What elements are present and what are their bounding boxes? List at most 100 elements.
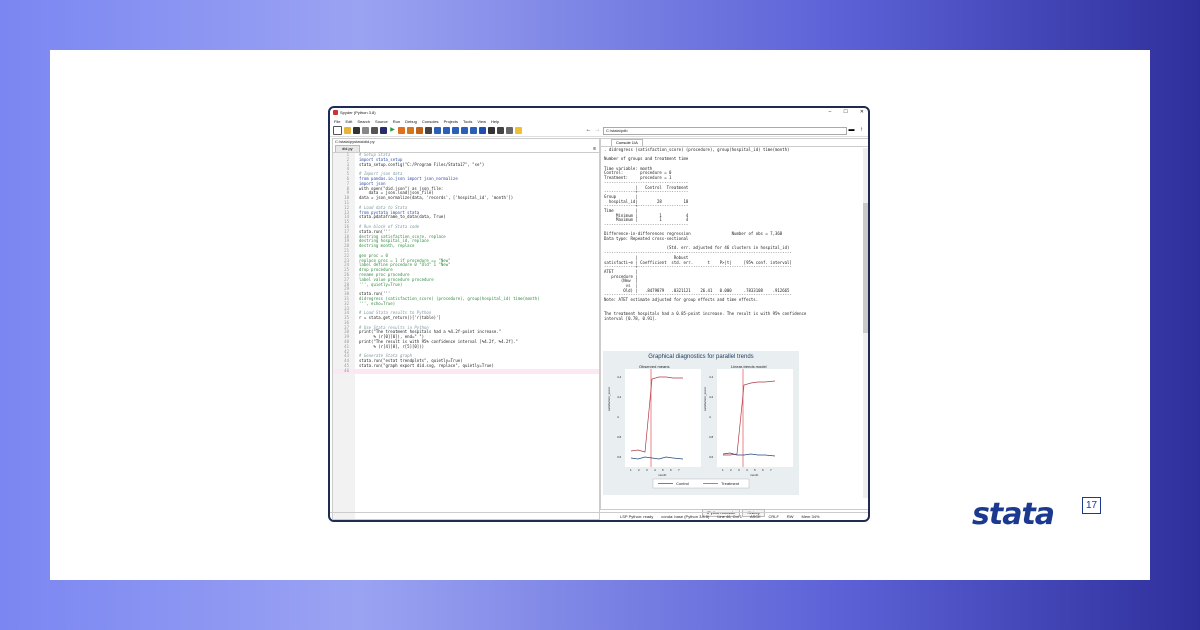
menu-run[interactable]: Run <box>393 119 400 124</box>
browse-folder-icon[interactable]: ▬ <box>848 127 855 134</box>
spyder-window: Spyder (Python 3.8) – ☐ ✕ File Edit Sear… <box>328 106 870 522</box>
tab-did-py[interactable]: did.py <box>335 145 360 152</box>
panel2-ylabel: satisfaction_score <box>703 386 707 411</box>
step-into-icon[interactable] <box>452 127 459 134</box>
menu-search[interactable]: Search <box>357 119 370 124</box>
console-scrollbar[interactable] <box>863 148 868 498</box>
x-tick-label: 6 <box>762 468 764 472</box>
window-title: Spyder (Python 3.8) <box>340 110 376 115</box>
menu-edit[interactable]: Edit <box>345 119 352 124</box>
y-tick-label: 4 <box>709 415 711 419</box>
stata-logo: stata <box>972 497 1055 532</box>
editor-options-icon[interactable]: ≡ <box>593 146 596 152</box>
x-tick-label: 5 <box>754 468 756 472</box>
tab-console-1[interactable]: Console 1/A <box>611 139 643 146</box>
forward-arrow-icon[interactable]: → <box>594 127 601 134</box>
run-cell-icon[interactable] <box>398 127 405 134</box>
panel2-xlabel: month <box>750 473 759 477</box>
x-tick-label: 7 <box>678 468 680 472</box>
x-tick-label: 2 <box>638 468 640 472</box>
python-path-icon[interactable] <box>515 127 522 134</box>
legend-control-label: Control <box>676 481 689 486</box>
back-arrow-icon[interactable]: ← <box>585 127 592 134</box>
panel1-plot-area <box>625 369 701 467</box>
at-icon[interactable] <box>380 127 387 134</box>
x-tick-label: 2 <box>730 468 732 472</box>
console-output: . didregress (satisfaction_score) (proce… <box>604 147 861 321</box>
new-file-icon[interactable] <box>333 126 342 135</box>
run-icon[interactable]: ▶ <box>389 127 396 134</box>
y-tick-label: 4.2 <box>617 395 622 399</box>
menu-help[interactable]: Help <box>491 119 499 124</box>
run-selection-icon[interactable] <box>416 127 423 134</box>
console-line: interval [0.78, 0.91]. <box>604 315 657 321</box>
editor-pane: C:\stata\pystata\did.py did.py ≡ 1 # Setu… <box>332 138 600 520</box>
status-permissions: RW <box>786 514 794 519</box>
status-memory: Mem 34% <box>801 514 820 519</box>
maximize-pane-icon[interactable] <box>488 127 495 134</box>
console-pane: Console 1/A . didregress (satisfaction_s… <box>600 138 868 510</box>
x-tick-label: 5 <box>662 468 664 472</box>
maximize-icon[interactable]: ☐ <box>843 109 847 115</box>
print-icon[interactable] <box>371 127 378 134</box>
y-tick-label: 4.4 <box>709 375 714 379</box>
status-encoding: ASCII <box>750 514 761 519</box>
x-tick-label: 4 <box>746 468 748 472</box>
status-position: Line 46, Col 1 <box>717 514 742 519</box>
continue-icon[interactable] <box>470 127 477 134</box>
step-return-icon[interactable] <box>461 127 468 134</box>
save-all-icon[interactable] <box>362 127 369 134</box>
x-tick-label: 3 <box>646 468 648 472</box>
stata-wordmark: stata <box>972 497 1055 532</box>
rerun-icon[interactable] <box>425 127 432 134</box>
menu-projects[interactable]: Projects <box>444 119 458 124</box>
menu-bar: File Edit Search Source Run Debug Consol… <box>330 117 868 125</box>
menu-tools[interactable]: Tools <box>463 119 472 124</box>
step-icon[interactable] <box>443 127 450 134</box>
run-cell-advance-icon[interactable] <box>407 127 414 134</box>
working-directory-input[interactable]: C:\stata\pdb <box>603 127 847 135</box>
status-bar: LSP Python: ready conda: base (Python 3.… <box>330 512 868 520</box>
scrollbar-thumb[interactable] <box>863 203 868 333</box>
title-bar: Spyder (Python 3.8) – ☐ ✕ <box>330 108 868 117</box>
stop-icon[interactable] <box>479 127 486 134</box>
menu-source[interactable]: Source <box>375 119 388 124</box>
status-conda: conda: base (Python 3.8.5) <box>661 514 710 519</box>
open-folder-icon[interactable] <box>344 127 351 134</box>
spyder-icon <box>333 110 338 115</box>
x-tick-label: 4 <box>654 468 656 472</box>
y-tick-label: 3.8 <box>709 435 714 439</box>
y-tick-label: 4 <box>617 415 619 419</box>
debug-icon[interactable] <box>434 127 441 134</box>
status-lsp: LSP Python: ready <box>620 514 654 519</box>
menu-file[interactable]: File <box>334 119 340 124</box>
x-tick-label: 1 <box>630 468 632 472</box>
code-area[interactable]: 1 # Setup Stata 2 import stata_setup 3 stata_… <box>333 152 599 519</box>
panel1-ylabel: satisfaction_score <box>607 386 611 411</box>
menu-debug[interactable]: Debug <box>405 119 417 124</box>
y-tick-label: 3.6 <box>617 455 622 459</box>
minimize-icon[interactable]: – <box>829 109 832 115</box>
wrench-icon[interactable] <box>506 127 513 134</box>
save-icon[interactable] <box>353 127 360 134</box>
code-line[interactable]: 46 <box>333 368 599 374</box>
trend-plot-graph: Graphical diagnostics for parallel trend… <box>603 351 799 495</box>
menu-consoles[interactable]: Consoles <box>422 119 439 124</box>
panel2-plot-area <box>717 369 793 467</box>
trend-plot-svg <box>625 369 793 489</box>
toolbar: ▶ ← → C:\stata\pdb ▬ ↑ <box>330 125 868 137</box>
parent-dir-icon[interactable]: ↑ <box>858 127 865 134</box>
x-tick-label: 7 <box>770 468 772 472</box>
x-tick-label: 6 <box>670 468 672 472</box>
menu-view[interactable]: View <box>477 119 486 124</box>
x-tick-label: 3 <box>738 468 740 472</box>
console-tab-bar: Console 1/A <box>601 139 868 147</box>
y-tick-label: 4.4 <box>617 375 622 379</box>
fullscreen-icon[interactable] <box>497 127 504 134</box>
legend-treatment-label: Treatment <box>721 481 740 486</box>
version-badge: 17 <box>1082 497 1101 514</box>
y-tick-label: 3.8 <box>617 435 622 439</box>
close-icon[interactable]: ✕ <box>860 109 864 115</box>
y-tick-label: 3.6 <box>709 455 714 459</box>
status-eol: CRLF <box>768 514 779 519</box>
